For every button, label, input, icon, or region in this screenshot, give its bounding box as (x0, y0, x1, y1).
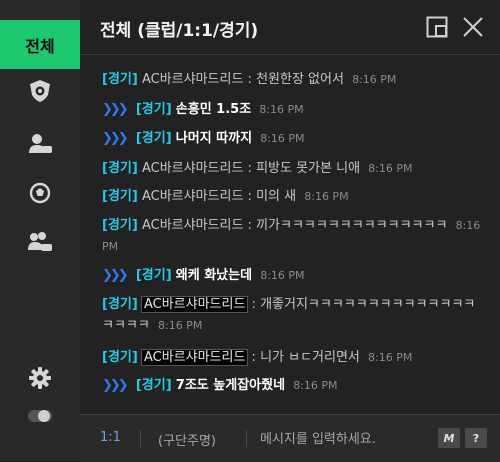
message-list: [경기] AC바르샤마드리드 : 천원한장 없어서 8:16 PM ❯❯❯ [경… (80, 64, 500, 410)
message-tag: [경기] (135, 378, 172, 393)
message-text: 나머지 따까지 (175, 131, 253, 146)
whisper-arrow-icon: ❯❯❯ (102, 268, 129, 283)
message-time: 8:16 PM (259, 103, 304, 116)
message-item: [경기] AC바르샤마드리드 : 니가 ㅂㄷ거리면서 8:16 PM (102, 347, 487, 368)
whisper-arrow-icon: ❯❯❯ (102, 102, 129, 117)
message-tag: [경기] (135, 102, 172, 117)
chat-mode-selector[interactable]: 1:1 (100, 430, 121, 445)
chat-window: 전체 전체 (클럽/1:1/경기) [경기] AC바르샤마드리드: 천원한장 … (0, 0, 500, 462)
message-tag: [경기] (135, 268, 172, 283)
help-button[interactable]: ? (465, 428, 487, 448)
message-text: 손흥민 1.5조 (175, 102, 252, 117)
message-item: [경기] AC바르샤마드리드 : 개좋거지ㅋㅋㅋㅋㅋㅋㅋㅋㅋㅋㅋㅋㅋㅋㅋㅋㅋㅋ … (102, 294, 487, 336)
message-tag: [경기] (102, 161, 138, 176)
chat-title: 전체 (클럽/1:1/경기) (100, 21, 259, 41)
shield-icon[interactable] (26, 77, 54, 105)
divider (246, 430, 247, 447)
message-time: 8:16 PM (368, 351, 413, 364)
message-sender[interactable]: AC바르샤마드리드 (140, 349, 249, 366)
message-tag: [경기] (102, 218, 138, 233)
message-sender[interactable]: AC바르샤마드리드 (140, 296, 249, 313)
message-time: 8:16 PM (157, 319, 203, 332)
group-chat-icon[interactable] (26, 228, 54, 256)
message-text: 니가 ㅂㄷ거리면서 (260, 350, 360, 365)
close-icon[interactable] (460, 14, 486, 40)
divider (140, 430, 141, 447)
message-item: [경기] AC바르샤마드리드 : 피방도 못가본 니애 8:16 PM (102, 158, 487, 179)
whisper-arrow-icon: ❯❯❯ (102, 131, 129, 146)
message-time: 8:16 PM (304, 190, 349, 203)
message-tag: [경기] (102, 297, 138, 312)
message-tag: [경기] (102, 350, 138, 365)
message-item: ❯❯❯ [경기] 손흥민 1.5조 8:16 PM (102, 99, 487, 120)
tab-all[interactable]: 전체 (0, 20, 80, 69)
message-sender[interactable]: AC바르샤마드리드 (142, 218, 243, 233)
soccer-ball-icon[interactable] (26, 179, 54, 207)
message-sender[interactable]: AC바르샤마드리드 (142, 161, 243, 176)
macro-button[interactable]: M (438, 428, 460, 448)
message-separator: : (247, 297, 261, 312)
message-sender[interactable]: AC바르샤마드리드 (142, 189, 243, 204)
message-tag: [경기] (102, 72, 138, 87)
message-time: 8:16 PM (260, 132, 305, 145)
chat-header: 전체 (클럽/1:1/경기) (80, 0, 500, 55)
sidebar: 전체 (0, 0, 80, 461)
chat-input[interactable] (258, 426, 432, 452)
message-separator: : (243, 161, 257, 176)
message-item: [경기] AC바르샤마드리드 : 천원한장 없어서 8:16 PM (102, 69, 487, 90)
message-time: 8:16 PM (293, 379, 338, 392)
chat-panel: 전체 (클럽/1:1/경기) [경기] AC바르샤마드리드 : 천원한장 없어서… (80, 0, 500, 462)
gear-icon[interactable] (26, 364, 54, 392)
message-item: [경기] AC바르샤마드리드 : 미의 새 8:16 PM (102, 186, 487, 207)
message-tag: [경기] (135, 131, 172, 146)
message-item: ❯❯❯ [경기] 나머지 따까지 8:16 PM (102, 128, 487, 149)
user-chat-icon[interactable] (26, 130, 54, 158)
message-text: 피방도 못가본 니애 (256, 161, 361, 176)
message-time: 8:16 PM (368, 162, 413, 175)
whisper-arrow-icon: ❯❯❯ (102, 378, 129, 393)
message-text: 7조도 높게잡아줬네 (175, 378, 286, 393)
message-time: 8:16 PM (352, 73, 397, 86)
message-sender[interactable]: AC바르샤마드리드 (142, 72, 243, 87)
message-separator: : (247, 350, 261, 365)
toggle-icon[interactable] (26, 402, 54, 430)
message-text: 천원한장 없어서 (256, 72, 344, 87)
chat-input-bar: 1:1 (구단주명) M ? (80, 414, 500, 462)
recipient-selector[interactable]: (구단주명) (158, 430, 216, 449)
message-item: [경기] AC바르샤마드리드 : 끼가ㅋㅋㅋㅋㅋㅋㅋㅋㅋㅋㅋㅋㅋㅋ 8:16 P… (102, 215, 487, 257)
message-separator: : (243, 189, 257, 204)
message-separator: : (243, 72, 257, 87)
popout-icon[interactable] (424, 14, 450, 40)
message-tag: [경기] (102, 189, 138, 204)
message-text: 왜케 화났는데 (175, 268, 253, 283)
message-separator: : (243, 218, 257, 233)
message-text: 미의 새 (256, 189, 297, 204)
message-item: ❯❯❯ [경기] 왜케 화났는데 8:16 PM (102, 265, 487, 286)
message-item: ❯❯❯ [경기] 7조도 높게잡아줬네 8:16 PM (102, 375, 487, 396)
message-text: 끼가ㅋㅋㅋㅋㅋㅋㅋㅋㅋㅋㅋㅋㅋㅋ (256, 218, 448, 233)
message-time: 8:16 PM (260, 269, 305, 282)
